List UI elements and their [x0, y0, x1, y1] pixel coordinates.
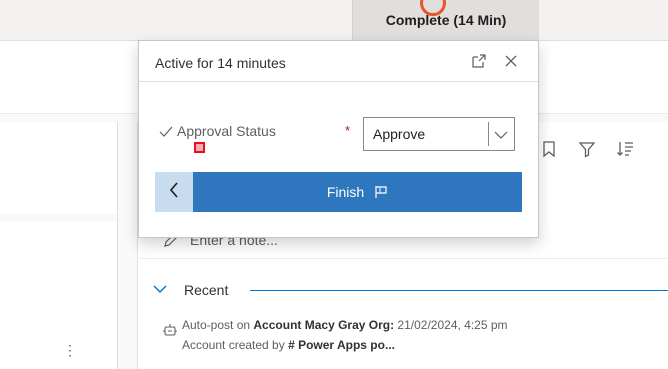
recent-divider	[250, 290, 668, 291]
stage-flyout: Active for 14 minutes Approval Status * …	[138, 40, 539, 238]
more-options-icon[interactable]: ⋮	[63, 340, 77, 360]
post-timestamp: 21/02/2024, 4:25 pm	[394, 318, 508, 332]
sort-icon[interactable]	[614, 138, 636, 160]
post-body-prefix: Account created by	[182, 338, 289, 352]
post-header: Auto-post on Account Macy Gray Org: 21/0…	[182, 318, 508, 332]
back-button[interactable]	[155, 172, 193, 212]
chevron-down-icon[interactable]	[152, 282, 168, 294]
recent-section-label[interactable]: Recent	[184, 282, 228, 298]
expand-icon[interactable]	[471, 53, 487, 69]
post-creator-link[interactable]: # Power Apps po...	[288, 338, 395, 352]
timeline-toolbar	[538, 138, 636, 166]
required-indicator: *	[345, 123, 351, 138]
flyout-divider	[139, 81, 538, 82]
approval-status-label: Approval Status	[177, 123, 276, 139]
post-account-link[interactable]: Account Macy Gray Org:	[253, 318, 394, 332]
process-stage-bar: Complete (14 Min)	[0, 0, 668, 41]
flyout-title: Active for 14 minutes	[155, 55, 286, 71]
left-form-card	[0, 122, 118, 369]
approval-status-select[interactable]: Approve	[363, 117, 515, 151]
finish-button[interactable]: Finish	[193, 172, 522, 212]
post-body: Account created by # Power Apps po...	[182, 338, 395, 352]
chevron-left-icon	[168, 181, 180, 204]
check-icon	[159, 125, 173, 137]
stage-complete-label: Complete (14 Min)	[385, 12, 507, 28]
select-separator	[488, 122, 489, 146]
finish-label: Finish	[326, 184, 365, 200]
chevron-down-icon[interactable]	[494, 128, 508, 140]
filter-icon[interactable]	[576, 138, 598, 160]
close-icon[interactable]	[503, 53, 519, 69]
flag-icon	[374, 185, 388, 199]
click-target-marker	[194, 142, 205, 153]
bookmark-icon[interactable]	[538, 138, 560, 160]
select-value: Approve	[373, 126, 426, 142]
post-prefix: Auto-post on	[182, 318, 254, 332]
card-separator	[0, 214, 117, 222]
auto-post-icon	[162, 322, 178, 338]
